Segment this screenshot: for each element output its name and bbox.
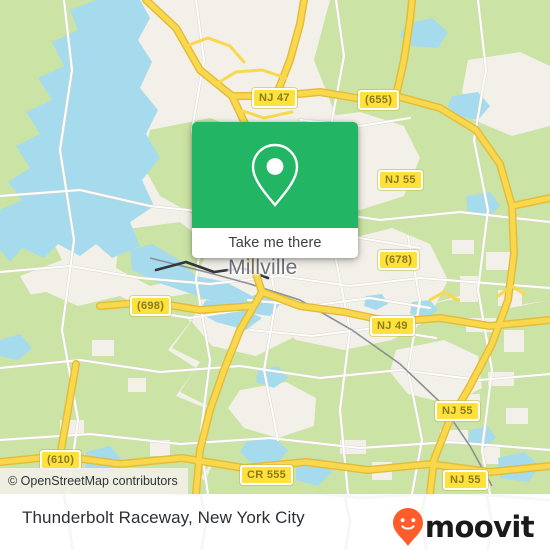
moovit-logo[interactable]: moovit — [392, 507, 535, 547]
attribution-text: © OpenStreetMap contributors — [8, 474, 178, 488]
road-shield-698: (698) — [130, 296, 172, 316]
location-popup-card[interactable]: Take me there — [192, 122, 358, 258]
place-title: Thunderbolt Raceway, New York City — [22, 508, 305, 527]
road-shield-nj55-c: NJ 55 — [443, 470, 488, 490]
map-canvas[interactable]: NJ 47 (655) NJ 55 (678) (698) NJ 49 NJ 5… — [0, 0, 550, 494]
take-me-there-button[interactable]: Take me there — [192, 228, 358, 258]
moovit-pin-icon — [392, 508, 423, 546]
popup-icon-panel — [192, 122, 358, 228]
road-shield-cr555: CR 555 — [240, 465, 294, 485]
map-pin-icon — [251, 143, 299, 207]
moovit-wordmark: moovit — [424, 510, 535, 544]
road-shield-nj47: NJ 47 — [252, 88, 297, 108]
city-label-millville: Millville — [228, 256, 298, 279]
map-attribution: © OpenStreetMap contributors — [0, 468, 188, 494]
road-shield-610: (610) — [40, 450, 82, 470]
footer-bar: Thunderbolt Raceway, New York City moovi… — [0, 494, 550, 550]
road-shield-nj55-a: NJ 55 — [378, 170, 423, 190]
road-shield-nj49: NJ 49 — [370, 316, 415, 336]
road-shield-678: (678) — [378, 250, 420, 270]
road-shield-655: (655) — [358, 90, 400, 110]
take-me-there-label: Take me there — [228, 235, 322, 251]
road-shield-nj55-b: NJ 55 — [435, 401, 480, 421]
